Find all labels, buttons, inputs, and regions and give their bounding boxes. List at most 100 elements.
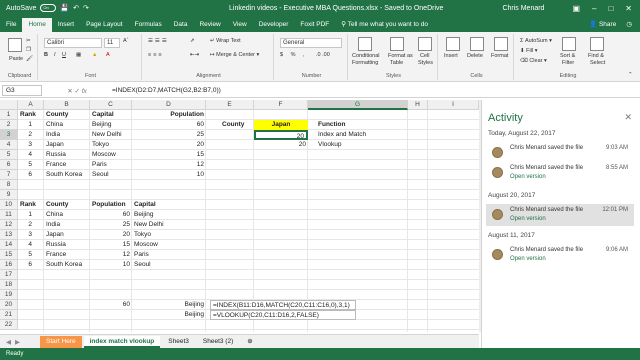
col-header-c[interactable]: C (90, 100, 132, 110)
save-icon[interactable]: 💾 (60, 4, 69, 12)
row-header[interactable]: 1 (0, 110, 18, 120)
find-select-icon[interactable] (590, 37, 604, 51)
formula-text-f20[interactable]: =INDEX(B11:D16,MATCH(C20,C11:C16,0),3,1) (210, 300, 356, 310)
activity-entry[interactable]: Chris Menard saved the file Open version… (486, 204, 634, 226)
t1-cell[interactable]: South Korea (44, 170, 90, 180)
decimal-icons[interactable]: .0 .00 (316, 52, 330, 58)
t1-cell[interactable]: India (44, 130, 90, 140)
format-painter-icon[interactable]: 🖌 (26, 56, 33, 62)
row-header[interactable]: 4 (0, 140, 18, 150)
sheet-tab-sheet3-2[interactable]: Sheet3 (2) (197, 336, 239, 348)
activity-entry[interactable]: Chris Menard saved the file Open version… (486, 162, 634, 184)
t2-cell[interactable]: South Korea (44, 260, 90, 270)
col-header-h[interactable]: H (408, 100, 428, 110)
tab-foxit-pdf[interactable]: Foxit PDF (294, 18, 335, 32)
paste-button[interactable]: Paste (9, 56, 23, 62)
t1-cell[interactable]: 25 (132, 130, 206, 140)
t2-cell[interactable]: Moscow (132, 240, 206, 250)
col-header-a[interactable]: A (18, 100, 44, 110)
t1-cell[interactable]: 10 (132, 170, 206, 180)
row-header[interactable]: 16 (0, 260, 18, 270)
t2-cell[interactable]: France (44, 250, 90, 260)
activity-icon[interactable]: ◷ (626, 18, 632, 32)
t2-cell[interactable]: 15 (90, 240, 132, 250)
share-button[interactable]: 👤 Share (589, 18, 616, 32)
t2-cell[interactable]: 2 (18, 220, 34, 230)
grow-font-icon[interactable]: Aˆ (123, 38, 129, 44)
col-header-d[interactable]: D (132, 100, 206, 110)
tell-me-box[interactable]: ⚲ Tell me what you want to do (335, 18, 434, 32)
col-header-g[interactable]: G (308, 100, 408, 110)
row-header[interactable]: 10 (0, 200, 18, 210)
row-header[interactable]: 13 (0, 230, 18, 240)
row-header[interactable]: 15 (0, 250, 18, 260)
name-box[interactable]: G3 (2, 85, 42, 96)
close-icon[interactable]: ✕ (624, 112, 632, 123)
t1-cell[interactable]: 60 (132, 120, 206, 130)
t2-header-population[interactable]: Population (90, 200, 132, 210)
format-as-table-icon[interactable] (390, 37, 404, 51)
t2-cell[interactable]: 20 (90, 230, 132, 240)
format-cells-icon[interactable] (494, 37, 508, 51)
find-select-button[interactable]: Find & (588, 53, 604, 59)
copy-icon[interactable]: ❐ (26, 47, 31, 53)
formula-input[interactable]: =INDEX(D2:D7,MATCH(G2,B2:B7,0)) (112, 87, 640, 94)
paste-icon[interactable] (8, 38, 22, 52)
row-header[interactable]: 8 (0, 180, 18, 190)
t1-header-county[interactable]: County (44, 110, 90, 120)
t2-cell[interactable]: Beijing (132, 210, 206, 220)
cell-styles-icon[interactable] (418, 37, 432, 51)
t2-cell[interactable]: 1 (18, 210, 34, 220)
fill-color-icon[interactable]: ▲ (92, 52, 97, 58)
delete-cells-button[interactable]: Delete (467, 53, 483, 59)
function-index-match[interactable]: Index and Match (316, 130, 396, 140)
tab-review[interactable]: Review (193, 18, 226, 32)
autosave-toggle[interactable]: On (40, 4, 57, 12)
row-header[interactable]: 12 (0, 220, 18, 230)
t1-cell[interactable]: 3 (18, 140, 34, 150)
format-cells-button[interactable]: Format (491, 53, 508, 59)
lookup-result-index-match[interactable]: 20 (254, 130, 308, 140)
lookup-input-cell[interactable]: Japan (254, 120, 308, 130)
t2-cell[interactable]: 4 (18, 240, 34, 250)
sheet-tab-start-here[interactable]: Start Here (40, 335, 82, 348)
t2-cell[interactable]: 3 (18, 230, 34, 240)
indent-icon[interactable]: ⇤⇥ (190, 52, 199, 58)
fx-button[interactable]: ✕ ✓ fx (42, 87, 112, 95)
cut-icon[interactable]: ✂ (26, 38, 31, 44)
col-header-i[interactable]: I (428, 100, 479, 110)
activity-entry[interactable]: Chris Menard saved the file 9:03 AM (486, 142, 634, 164)
row-header[interactable]: 6 (0, 160, 18, 170)
t1-cell[interactable]: 5 (18, 160, 34, 170)
fill-button[interactable]: ⬇ Fill ▾ (520, 48, 537, 54)
row-header[interactable]: 22 (0, 320, 18, 330)
t1-cell[interactable]: Beijing (90, 120, 132, 130)
t2-header-county[interactable]: County (44, 200, 90, 210)
open-version-link[interactable]: Open version (510, 174, 546, 180)
tab-developer[interactable]: Developer (253, 18, 295, 32)
orientation-icon[interactable]: ⇗ (190, 38, 195, 44)
t2-cell[interactable]: Japan (44, 230, 90, 240)
tab-home[interactable]: Home (22, 18, 52, 32)
col-header-e[interactable]: E (206, 100, 254, 110)
function-vlookup[interactable]: Vlookup (316, 140, 376, 150)
sheet-tab-sheet3[interactable]: Sheet3 (162, 336, 195, 348)
t1-header-rank[interactable]: Rank (18, 110, 44, 120)
t2-cell[interactable]: 12 (90, 250, 132, 260)
number-format-select[interactable]: General (280, 38, 342, 48)
t1-cell[interactable]: 2 (18, 130, 34, 140)
row-header[interactable]: 17 (0, 270, 18, 280)
sort-filter-button[interactable]: Sort & (560, 53, 575, 59)
underline-icon[interactable]: U (62, 52, 66, 58)
t1-cell[interactable]: 6 (18, 170, 34, 180)
t1-cell[interactable]: 12 (132, 160, 206, 170)
row-header[interactable]: 2 (0, 120, 18, 130)
number-format-icons[interactable]: $ % , (280, 52, 308, 58)
font-size-select[interactable]: 11 (104, 38, 120, 48)
t1-cell[interactable]: New Delhi (90, 130, 132, 140)
t2-cell[interactable]: India (44, 220, 90, 230)
t2-cell[interactable]: 25 (90, 220, 132, 230)
t1-cell[interactable]: 20 (132, 140, 206, 150)
tab-formulas[interactable]: Formulas (129, 18, 168, 32)
font-name-select[interactable]: Calibri (44, 38, 102, 48)
